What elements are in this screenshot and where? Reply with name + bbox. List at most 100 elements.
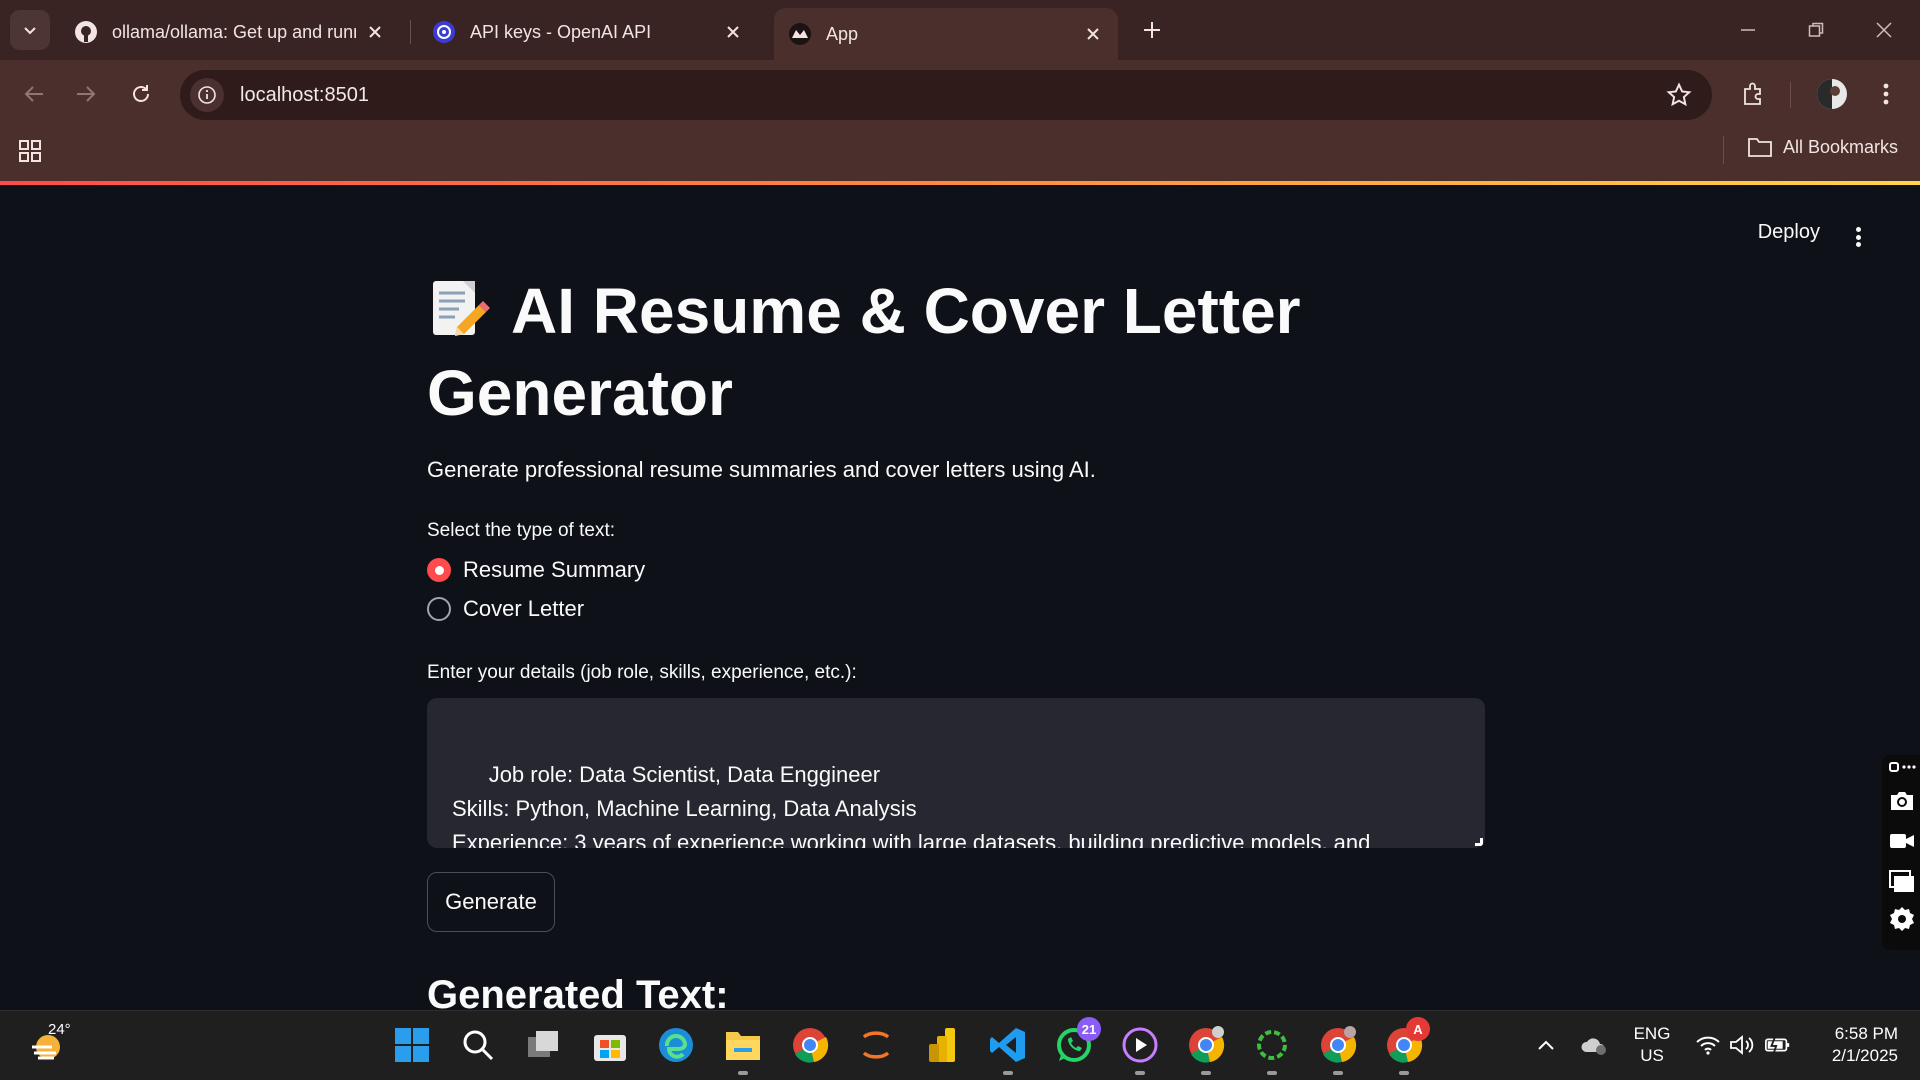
input-language[interactable]: ENG US — [1630, 1023, 1674, 1067]
chrome-icon — [793, 1028, 829, 1063]
profile-avatar[interactable] — [1814, 76, 1850, 112]
close-icon[interactable] — [364, 21, 386, 43]
browser-menu-button[interactable] — [1868, 76, 1904, 112]
weather-temperature: 24° — [48, 1021, 71, 1038]
tab-title: API keys - OpenAI API — [470, 21, 652, 42]
page-title: AI Resume & Cover Letter Generator — [427, 275, 1301, 429]
show-hidden-icons-button[interactable] — [1532, 1031, 1560, 1059]
media-player-app[interactable] — [1120, 1025, 1160, 1065]
task-view-icon — [528, 1031, 558, 1057]
address-bar[interactable]: localhost:8501 — [180, 70, 1712, 120]
resize-handle-icon[interactable] — [1475, 838, 1483, 846]
onedrive-status[interactable] — [1580, 1031, 1608, 1059]
chrome-profile-2-app[interactable] — [1318, 1025, 1358, 1065]
chrome-app[interactable] — [790, 1025, 830, 1065]
region-code: US — [1640, 1046, 1664, 1065]
bookmarks-divider — [1723, 136, 1724, 164]
radio-label: Resume Summary — [463, 557, 646, 582]
page-subtitle: Generate professional resume summaries a… — [427, 457, 1096, 482]
chevron-up-icon — [1538, 1040, 1554, 1050]
details-textarea[interactable]: Job role: Data Scientist, Data Enggineer… — [427, 698, 1485, 848]
forward-button[interactable] — [66, 74, 106, 114]
file-explorer-app[interactable] — [723, 1025, 763, 1065]
app-menu-button[interactable] — [1848, 225, 1868, 249]
task-view-button[interactable] — [524, 1025, 564, 1065]
apps-grid-icon[interactable] — [16, 137, 44, 165]
folder-icon — [1748, 138, 1772, 157]
power-bi-icon — [929, 1028, 955, 1062]
radio-cover-letter[interactable]: Cover Letter — [427, 596, 584, 622]
wifi-status[interactable] — [1694, 1031, 1722, 1059]
chrome-icon — [1321, 1026, 1357, 1063]
tab-title: App — [826, 23, 859, 44]
loading-app[interactable] — [1252, 1025, 1292, 1065]
tab-ollama[interactable]: ollama/ollama: Get up and runn — [60, 10, 400, 54]
microsoft-store-icon — [594, 1035, 626, 1061]
extensions-button[interactable] — [1736, 76, 1772, 112]
windows-icon[interactable] — [1888, 867, 1916, 895]
video-camera-icon[interactable] — [1888, 827, 1916, 855]
minimize-icon — [1741, 29, 1755, 31]
edge-icon — [659, 1028, 693, 1062]
menu-dot — [1855, 227, 1861, 232]
radio-label: Cover Letter — [463, 596, 585, 621]
back-button[interactable] — [14, 74, 54, 114]
battery-charging-icon — [1765, 1036, 1790, 1055]
radio-unselected-indicator — [427, 597, 451, 621]
details-text[interactable]: Job role: Data Scientist, Data Enggineer… — [452, 762, 1377, 848]
tab-app[interactable]: App — [774, 8, 1118, 60]
all-bookmarks-label: All Bookmarks — [1783, 136, 1899, 157]
search-icon — [463, 1030, 494, 1061]
vscode-icon — [990, 1028, 1025, 1062]
tab-title: ollama/ollama: Get up and runn — [112, 21, 356, 42]
page-title-block: AI Resume & Cover Letter Generator — [427, 270, 1427, 434]
start-button[interactable] — [392, 1025, 432, 1065]
language-code: ENG — [1633, 1024, 1671, 1043]
vscode-app[interactable] — [988, 1025, 1028, 1065]
clock-time: 6:58 PM — [1834, 1024, 1898, 1043]
jupyter-icon — [862, 1031, 890, 1059]
store-app[interactable] — [590, 1025, 630, 1065]
radio-selected-indicator — [427, 558, 451, 582]
tab-openai[interactable]: API keys - OpenAI API — [418, 10, 758, 54]
system-clock[interactable]: 6:58 PM 2/1/2025 — [1808, 1023, 1898, 1067]
site-info-icon[interactable] — [190, 78, 224, 112]
generate-button[interactable]: Generate — [427, 872, 555, 932]
minimize-button[interactable] — [1728, 12, 1768, 48]
powerbi-app[interactable] — [922, 1025, 962, 1065]
jupyter-app[interactable] — [856, 1025, 896, 1065]
openai-icon — [432, 20, 456, 44]
tab-search-button[interactable] — [10, 10, 50, 50]
all-bookmarks-button[interactable]: All Bookmarks — [1747, 136, 1898, 158]
radio-resume-summary[interactable]: Resume Summary — [427, 557, 645, 583]
search-button[interactable] — [458, 1025, 498, 1065]
running-indicator — [1399, 1071, 1409, 1075]
reload-button[interactable] — [121, 74, 161, 114]
volume-status[interactable] — [1728, 1031, 1756, 1059]
close-window-button[interactable] — [1864, 12, 1904, 48]
battery-status[interactable] — [1764, 1031, 1792, 1059]
memo-icon — [433, 281, 490, 336]
tab-divider — [410, 20, 411, 44]
chrome-profile-app[interactable] — [1186, 1025, 1226, 1065]
github-icon — [74, 20, 98, 44]
reload-icon — [133, 85, 149, 102]
notification-badge: 21 — [1077, 1017, 1101, 1041]
cloud-icon — [1581, 1038, 1606, 1055]
close-icon[interactable] — [1082, 23, 1104, 45]
running-indicator — [1003, 1071, 1013, 1075]
restore-button[interactable] — [1796, 12, 1836, 48]
more-options-icon[interactable] — [1888, 759, 1916, 775]
spinner-icon — [1257, 1030, 1287, 1060]
bookmark-star-icon[interactable] — [1666, 82, 1692, 108]
tab-strip: ollama/ollama: Get up and runn API keys … — [0, 0, 1920, 60]
running-indicator — [1135, 1071, 1145, 1075]
close-icon[interactable] — [722, 21, 744, 43]
edge-app[interactable] — [656, 1025, 696, 1065]
url-text[interactable]: localhost:8501 — [240, 84, 369, 107]
new-tab-button[interactable] — [1136, 14, 1168, 46]
settings-gear-icon[interactable] — [1888, 905, 1916, 933]
camera-icon[interactable] — [1888, 787, 1916, 815]
running-indicator — [1201, 1071, 1211, 1075]
deploy-button[interactable]: Deploy — [1758, 221, 1820, 244]
